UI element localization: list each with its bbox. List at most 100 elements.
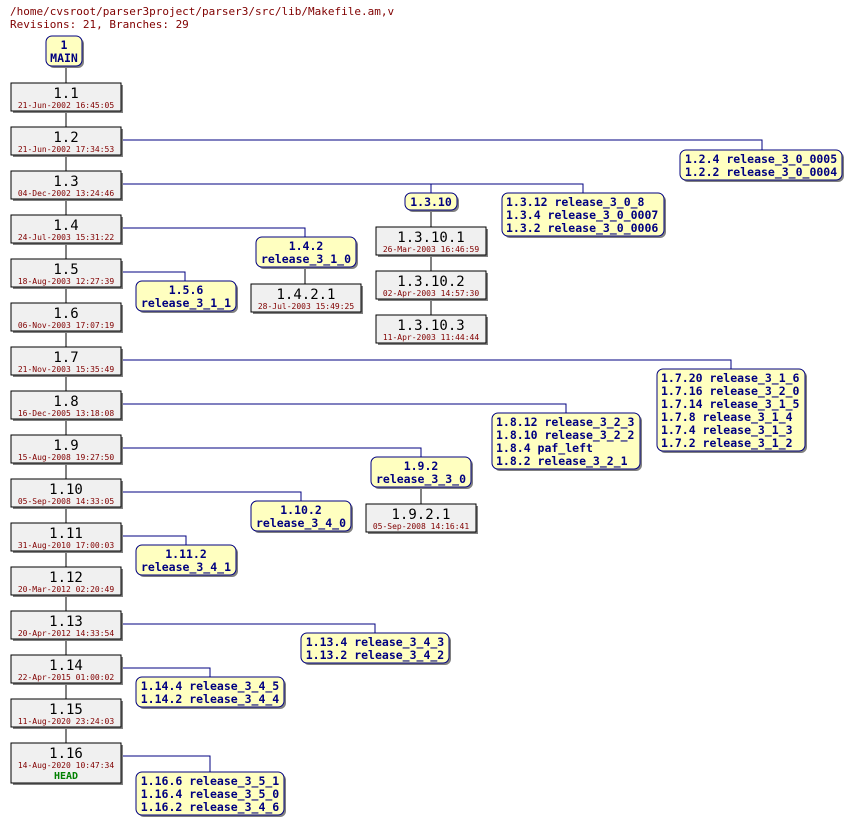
revision-number: 1.3.10.3 [397, 318, 464, 334]
revision-number: 1.4 [53, 218, 78, 234]
branch-connector [121, 623, 376, 633]
revision-box-1-14[interactable]: 1.1422-Apr-2015 01:00:02 [10, 654, 123, 685]
revision-box-1-10[interactable]: 1.1005-Sep-2008 14:33:05 [10, 478, 123, 509]
revision-box-1-8[interactable]: 1.816-Dec-2005 13:18:08 [10, 390, 123, 421]
revision-date: 20-Mar-2012 02:20:49 [18, 585, 115, 594]
nodes: 1MAIN 1.121-Jun-2002 16:45:05 1.221-Jun-20… [10, 35, 844, 817]
revision-date: 24-Jul-2003 15:31:22 [18, 233, 115, 242]
revision-box-1-7[interactable]: 1.721-Nov-2003 15:35:49 [10, 346, 123, 377]
revision-box-1-16[interactable]: 1.1614-Aug-2020 10:47:34HEAD [10, 742, 123, 785]
revision-date: 14-Aug-2020 10:47:34 [18, 761, 115, 770]
tag-box-1-7[interactable]: 1.7.20 release_3_1_61.7.16 release_3_2_0… [656, 368, 807, 453]
tag-label: 1.8.2 release_3_2_1 [496, 454, 628, 469]
tag-box-1-8[interactable]: 1.8.12 release_3_2_31.8.10 release_3_2_2… [491, 412, 642, 471]
tag-box-1-3[interactable]: 1.3.12 release_3_0_8 1.3.4 release_3_0_0… [501, 192, 666, 238]
tag-label: release_3_4_1 [141, 560, 231, 575]
revision-date: 02-Apr-2003 14:57:30 [383, 289, 480, 298]
branch-connector [121, 227, 306, 237]
revision-date: 11-Aug-2020 23:24:03 [18, 717, 115, 726]
tag-box-1-16[interactable]: 1.16.6 release_3_5_11.16.4 release_3_5_0… [135, 771, 286, 817]
tag-box-1-14[interactable]: 1.14.4 release_3_4_51.14.2 release_3_4_4 [135, 676, 286, 709]
tag-label: 1.3.2 release_3_0_0006 [506, 221, 658, 236]
revision-box-1-12[interactable]: 1.1220-Mar-2012 02:20:49 [10, 566, 123, 597]
tag-label: 1.9.2 [404, 459, 439, 473]
tag-box-1-13[interactable]: 1.13.4 release_3_4_31.13.2 release_3_4_2 [300, 632, 451, 665]
revision-date: 15-Aug-2008 19:27:50 [18, 453, 115, 462]
revision-date: 28-Jul-2003 15:49:25 [258, 302, 355, 311]
tag-label: release_3_1_1 [141, 296, 231, 311]
branch-connector [121, 667, 211, 677]
revision-box-1-2[interactable]: 1.221-Jun-2002 17:34:53 [10, 126, 123, 157]
revision-number: 1.3.10.1 [397, 230, 464, 246]
revision-number: 1.1 [53, 86, 78, 102]
main-branch-box[interactable]: 1MAIN [45, 35, 84, 68]
revision-number: 1.8 [53, 394, 78, 410]
revision-box-1-4-2-1[interactable]: 1.4.2.128-Jul-2003 15:49:25 [250, 283, 363, 314]
revision-date: 31-Aug-2010 17:00:03 [18, 541, 115, 550]
revision-date: 21-Jun-2002 17:34:53 [18, 145, 115, 154]
revision-box-1-15[interactable]: 1.1511-Aug-2020 23:24:03 [10, 698, 123, 729]
revision-number: 1.14 [49, 658, 83, 674]
tag-label: 1.4.2 [289, 239, 324, 253]
branch-connector [121, 271, 186, 281]
branch-connector [121, 491, 302, 501]
revision-box-1-1[interactable]: 1.121-Jun-2002 16:45:05 [10, 82, 123, 113]
branch-number: 1 [61, 38, 68, 52]
branch-connector [121, 447, 422, 457]
revision-box-1-11[interactable]: 1.1131-Aug-2010 17:00:03 [10, 522, 123, 553]
tag-label: 1.11.2 [165, 547, 207, 561]
branch-box-1-3-10[interactable]: 1.3.10 [404, 192, 459, 212]
revision-date: 21-Jun-2002 16:45:05 [18, 101, 115, 110]
revision-box-1-4[interactable]: 1.424-Jul-2003 15:31:22 [10, 214, 123, 245]
tag-label: release_3_1_0 [261, 252, 351, 267]
branch-connector [121, 403, 567, 413]
revision-box-1-5[interactable]: 1.518-Aug-2003 12:27:39 [10, 258, 123, 289]
revision-number: 1.3 [53, 174, 78, 190]
tag-box-1-2[interactable]: 1.2.4 release_3_0_00051.2.2 release_3_0_… [679, 149, 844, 182]
revision-number: 1.6 [53, 306, 78, 322]
tag-label: 1.2.2 release_3_0_0004 [685, 165, 837, 180]
tag-label: 1.7.2 release_3_1_2 [661, 436, 793, 451]
revision-box-1-3-10-1[interactable]: 1.3.10.126-Mar-2003 16:46:59 [375, 226, 488, 257]
branch-connector [121, 535, 187, 545]
revision-box-1-13[interactable]: 1.1320-Apr-2012 14:33:54 [10, 610, 123, 641]
revision-date: 05-Sep-2008 14:33:05 [18, 497, 115, 506]
tag-box-1-10[interactable]: 1.10.2release_3_4_0 [250, 500, 353, 533]
tag-box-1-11[interactable]: 1.11.2release_3_4_1 [135, 544, 238, 577]
revision-date: 16-Dec-2005 13:18:08 [18, 409, 115, 418]
tag-box-1-5[interactable]: 1.5.6release_3_1_1 [135, 280, 238, 313]
tag-box-1-9[interactable]: 1.9.2release_3_3_0 [370, 456, 473, 489]
tag-label: 1.10.2 [280, 503, 322, 517]
revision-date: 21-Nov-2003 15:35:49 [18, 365, 115, 374]
revision-date: 22-Apr-2015 01:00:02 [18, 673, 115, 682]
head-label: HEAD [54, 771, 78, 782]
revision-number: 1.9 [53, 438, 78, 454]
tag-label: 1.3.10 [410, 195, 452, 209]
revision-number: 1.10 [49, 482, 83, 498]
revision-box-1-3-10-2[interactable]: 1.3.10.202-Apr-2003 14:57:30 [375, 270, 488, 301]
tag-label: 1.5.6 [169, 283, 204, 297]
tag-label: release_3_3_0 [376, 472, 466, 487]
revision-box-1-3-10-3[interactable]: 1.3.10.311-Apr-2003 11:44:44 [375, 314, 488, 345]
branch-connector [121, 183, 432, 193]
tag-label: 1.16.2 release_3_4_6 [141, 800, 280, 815]
branch-connector [431, 183, 584, 193]
revision-date: 04-Dec-2002 13:24:46 [18, 189, 115, 198]
branch-connector [121, 139, 763, 150]
revision-box-1-9[interactable]: 1.915-Aug-2008 19:27:50 [10, 434, 123, 465]
revision-number: 1.12 [49, 570, 83, 586]
revision-date: 26-Mar-2003 16:46:59 [383, 245, 480, 254]
tag-label: 1.13.2 release_3_4_2 [306, 648, 444, 663]
revision-number: 1.11 [49, 526, 83, 542]
tag-label: 1.14.2 release_3_4_4 [141, 692, 280, 707]
revision-box-1-6[interactable]: 1.606-Nov-2003 17:07:19 [10, 302, 123, 333]
revision-number: 1.16 [49, 746, 83, 762]
tag-box-1-4[interactable]: 1.4.2release_3_1_0 [255, 236, 358, 269]
revision-number: 1.13 [49, 614, 83, 630]
revision-number: 1.9.2.1 [391, 507, 450, 523]
branch-connector [121, 755, 211, 772]
revision-date: 05-Sep-2008 14:16:41 [373, 522, 470, 531]
revision-date: 20-Apr-2012 14:33:54 [18, 629, 115, 638]
revision-box-1-3[interactable]: 1.304-Dec-2002 13:24:46 [10, 170, 123, 201]
revision-box-1-9-2-1[interactable]: 1.9.2.105-Sep-2008 14:16:41 [365, 503, 478, 534]
